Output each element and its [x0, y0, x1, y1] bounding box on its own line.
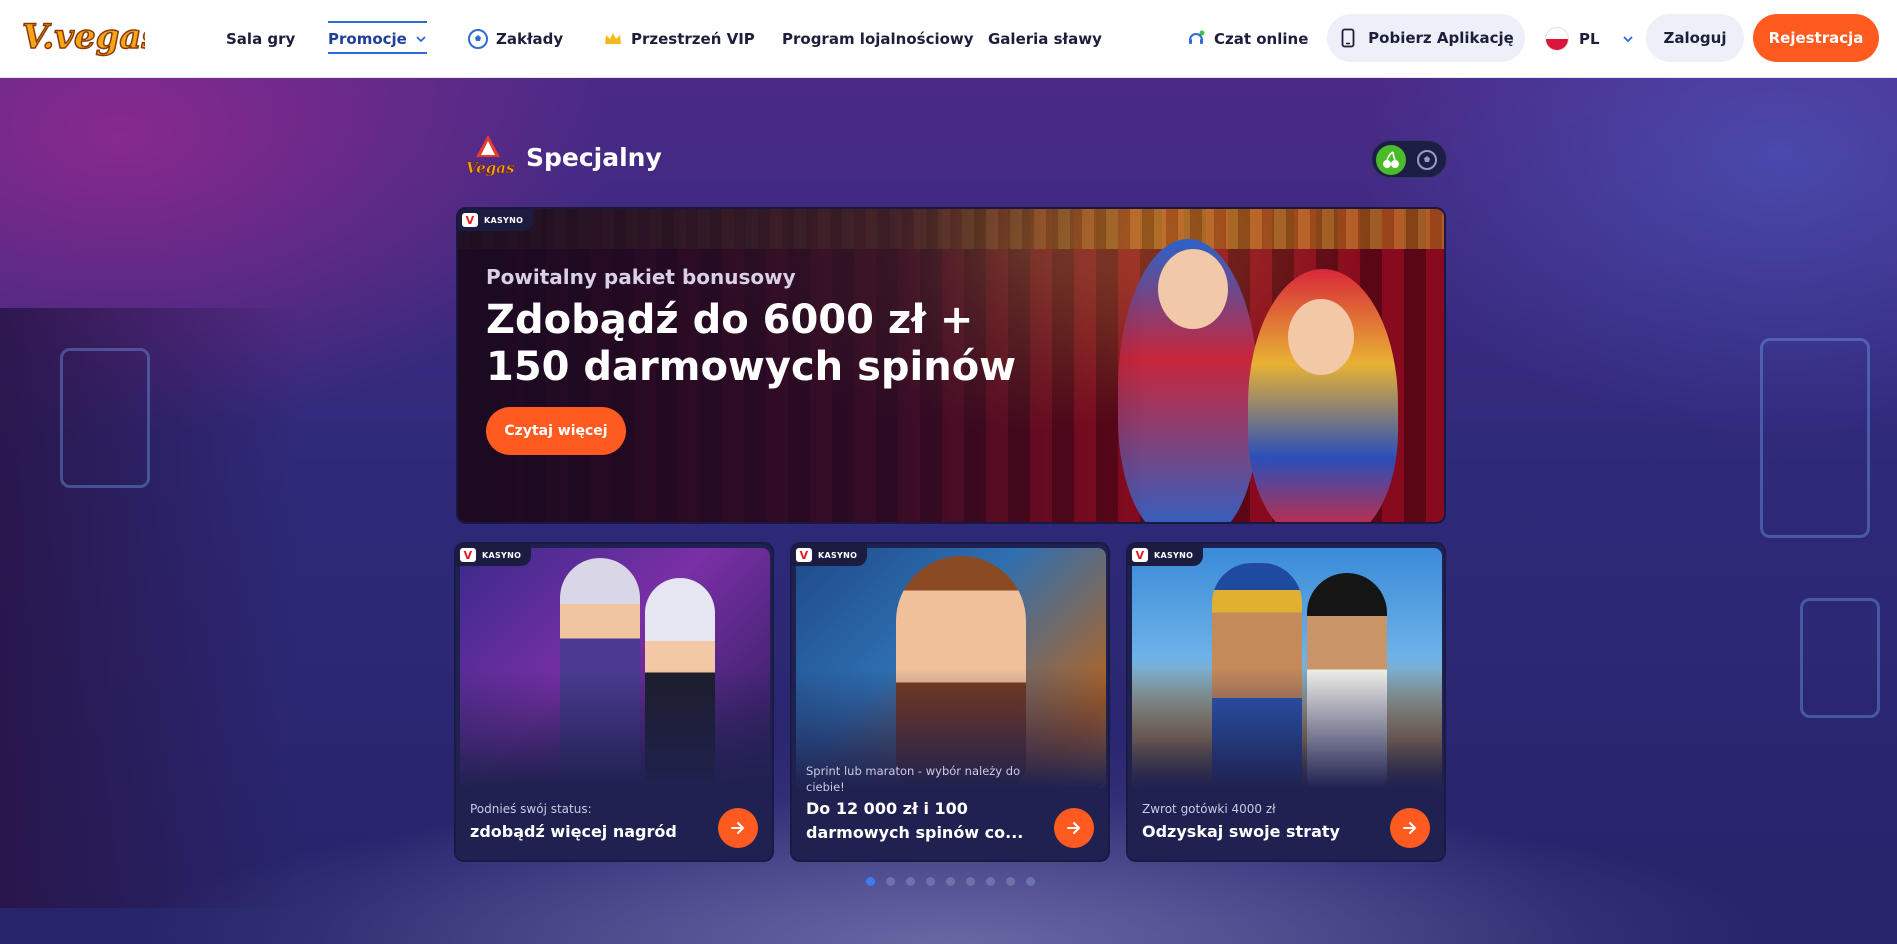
soccer-ball-icon	[468, 29, 488, 49]
category-tag-label: KASYNO	[482, 550, 522, 560]
nav-zaklady[interactable]: Zakłady	[468, 0, 563, 78]
login-button[interactable]: Zaloguj	[1646, 14, 1744, 62]
promo-card-arrow-button[interactable]	[718, 808, 758, 848]
active-tab-indicator-bottom	[328, 52, 427, 54]
promo-card-subtitle: Podnieś swój status:	[470, 802, 592, 816]
background-neon-sign	[1760, 338, 1870, 538]
download-app-button[interactable]: Pobierz Aplikację	[1327, 14, 1525, 62]
v-brand-icon: V	[1132, 548, 1148, 562]
svg-text:Vegas: Vegas	[466, 159, 515, 177]
carousel-dot[interactable]	[966, 877, 975, 886]
nav-galeria-slawy[interactable]: Galeria sławy	[988, 0, 1102, 78]
nav-sala-gry[interactable]: Sala gry	[226, 0, 295, 78]
download-app-label: Pobierz Aplikację	[1368, 29, 1514, 47]
category-tag: V KASYNO	[456, 544, 532, 566]
nav-program-lojalnosciowy-label: Program lojalnościowy	[782, 30, 974, 48]
soccer-ball-icon	[1417, 150, 1437, 170]
nav-przestrzen-vip-label: Przestrzeń VIP	[631, 30, 755, 48]
nav-przestrzen-vip[interactable]: Przestrzeń VIP	[603, 0, 755, 78]
svg-text:V.vegas: V.vegas	[22, 17, 145, 57]
login-label: Zaloguj	[1663, 29, 1727, 47]
promo-card-image	[1132, 548, 1442, 788]
sport-toggle-option[interactable]	[1412, 145, 1442, 175]
category-tag-label: KASYNO	[484, 215, 524, 225]
promo-card[interactable]: V KASYNO Sprint lub maraton - wybór nale…	[790, 542, 1110, 862]
carousel-dot[interactable]	[906, 877, 915, 886]
vvegas-logo[interactable]: V.vegas	[20, 10, 145, 66]
promo-card-subtitle: Sprint lub maraton - wybór należy do cie…	[806, 764, 1021, 794]
chevron-down-icon	[416, 36, 426, 43]
carousel-dot[interactable]	[946, 877, 955, 886]
category-tag-label: KASYNO	[1154, 550, 1194, 560]
active-tab-indicator	[328, 21, 427, 23]
promo-card-subtitle: Zwrot gotówki 4000 zł	[1142, 802, 1276, 816]
section-title: Specjalny	[526, 143, 662, 172]
carousel-pagination	[866, 877, 1035, 886]
carousel-dot[interactable]	[986, 877, 995, 886]
arrow-right-icon	[731, 822, 745, 834]
promo-card-fade	[1132, 668, 1442, 788]
nav-zaklady-label: Zakłady	[496, 30, 564, 48]
v-brand-icon: V	[462, 213, 478, 227]
crown-icon	[603, 29, 623, 49]
promo-card[interactable]: V KASYNO Zwrot gotówki 4000 zł Odzyskaj …	[1126, 542, 1446, 862]
carousel-dot[interactable]	[866, 877, 875, 886]
section-vegas-logo: Vegas	[460, 133, 516, 183]
nav-program-lojalnosciowy[interactable]: Program lojalnościowy	[782, 0, 974, 78]
chat-online-link[interactable]: Czat online	[1186, 0, 1308, 78]
category-tag: V KASYNO	[792, 544, 868, 566]
promo-card-title-line2: darmowych spinów co...	[806, 823, 1024, 842]
carousel-dot[interactable]	[1026, 877, 1035, 886]
nav-galeria-slawy-label: Galeria sławy	[988, 30, 1102, 48]
category-tag-label: KASYNO	[818, 550, 858, 560]
casino-toggle-option[interactable]	[1376, 145, 1406, 175]
promo-card-arrow-button[interactable]	[1054, 808, 1094, 848]
chevron-down-icon	[1622, 36, 1633, 43]
chat-online-label: Czat online	[1214, 30, 1309, 48]
background-neon-sign	[60, 348, 150, 488]
cherry-icon	[1383, 151, 1399, 168]
headset-icon	[1186, 29, 1206, 49]
category-tag: V KASYNO	[458, 209, 534, 231]
language-selector[interactable]: PL	[1545, 0, 1634, 78]
nav-promocje-label: Promocje	[328, 30, 407, 48]
promo-card-fade	[460, 668, 770, 788]
casino-sport-toggle[interactable]	[1371, 140, 1447, 178]
v-brand-icon: V	[460, 548, 476, 562]
carousel-dot[interactable]	[926, 877, 935, 886]
read-more-button[interactable]: Czytaj więcej	[486, 407, 626, 455]
v-brand-icon: V	[796, 548, 812, 562]
category-tag: V KASYNO	[1128, 544, 1204, 566]
register-button[interactable]: Rejestracja	[1753, 14, 1879, 62]
poland-flag-icon	[1545, 27, 1569, 51]
carousel-dot[interactable]	[1006, 877, 1015, 886]
arrow-right-icon	[1067, 822, 1081, 834]
language-label: PL	[1579, 30, 1600, 48]
promo-card-title: Odzyskaj swoje straty	[1142, 822, 1340, 841]
promo-card-arrow-button[interactable]	[1390, 808, 1430, 848]
promo-card-title: zdobądź więcej nagród	[470, 822, 677, 841]
hero-title: Zdobądź do 6000 zł + 150 darmowych spinó…	[486, 297, 1017, 390]
promo-card-image	[460, 548, 770, 788]
promo-card-image	[796, 548, 1106, 788]
promo-card-title: Do 12 000 zł i 100	[806, 799, 968, 818]
hero-promo-banner[interactable]: V KASYNO Powitalny pakiet bonusowy Zdobą…	[456, 207, 1446, 524]
nav-promocje[interactable]: Promocje	[328, 0, 427, 78]
promo-card[interactable]: V KASYNO Podnieś swój status: zdobądź wi…	[454, 542, 774, 862]
top-navigation-bar: V.vegas Sala gry Promocje Zakłady Przest…	[0, 0, 1897, 78]
carousel-dot[interactable]	[886, 877, 895, 886]
nav-sala-gry-label: Sala gry	[226, 30, 296, 48]
arrow-right-icon	[1403, 822, 1417, 834]
register-label: Rejestracja	[1768, 29, 1864, 47]
smartphone-icon	[1338, 28, 1358, 48]
hero-subtitle: Powitalny pakiet bonusowy	[486, 265, 796, 289]
